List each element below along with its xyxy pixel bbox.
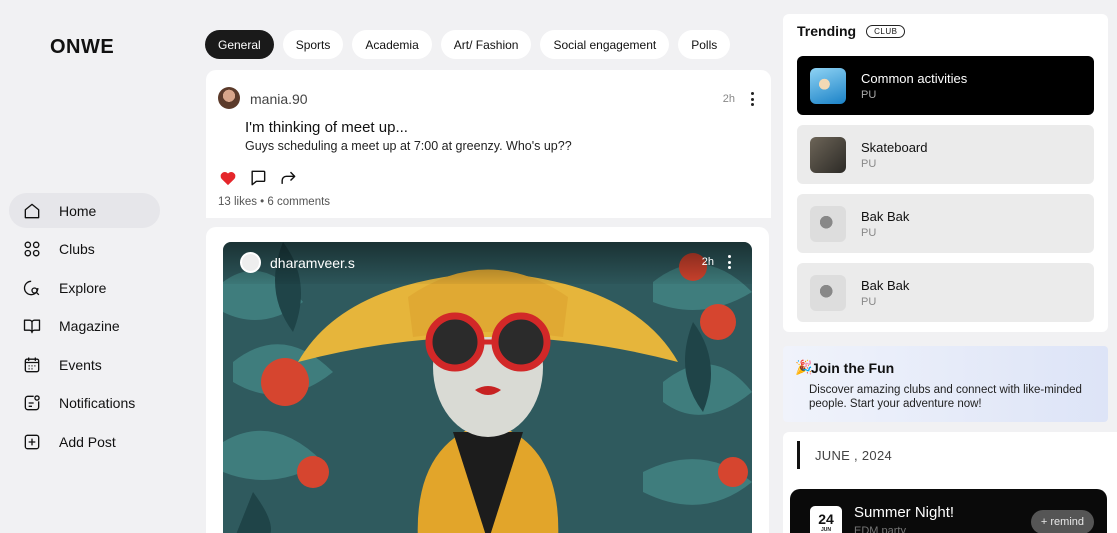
club-item-bak-bak[interactable]: Bak Bak PU <box>797 263 1094 322</box>
plus-square-icon <box>24 434 40 449</box>
post-stats[interactable]: 13 likes • 6 comments <box>218 196 330 208</box>
sidebar-item-events[interactable]: Events <box>9 347 160 382</box>
post-title: I'm thinking of meet up... <box>245 119 408 136</box>
event-date: 24 JUN <box>810 506 842 533</box>
tab-polls[interactable]: Polls <box>678 30 731 59</box>
tab-art-fashion[interactable]: Art/ Fashion <box>440 30 532 59</box>
notification-icon <box>24 395 40 411</box>
tab-social-engagement[interactable]: Social engagement <box>540 30 670 59</box>
event-day: 24 <box>818 511 834 527</box>
book-icon <box>23 319 41 334</box>
club-badge: CLUB <box>866 24 906 38</box>
sidebar-item-label: Add Post <box>59 433 116 450</box>
events-calendar: JUNE , 2024 24 JUN Summer Night! EDM par… <box>783 432 1117 533</box>
event-name: Summer Night! <box>854 504 955 521</box>
sidebar-item-notifications[interactable]: Notifications <box>9 386 160 421</box>
club-thumbnail <box>810 67 846 104</box>
remind-button[interactable]: + remind <box>1030 510 1094 533</box>
more-options-icon[interactable] <box>728 255 732 272</box>
banner-title: Join the Fun <box>811 360 895 376</box>
post-username[interactable]: mania.90 <box>250 91 308 107</box>
club-item-skateboard[interactable]: Skateboard PU <box>797 125 1094 184</box>
sidebar-item-label: Events <box>59 356 102 373</box>
club-sub: PU <box>861 226 877 239</box>
share-icon[interactable] <box>278 168 298 188</box>
party-icon: 🎉 <box>795 359 813 375</box>
tab-academia[interactable]: Academia <box>352 30 432 59</box>
sidebar-item-label: Home <box>59 202 97 219</box>
club-name: Bak Bak <box>861 208 910 224</box>
sidebar-item-label: Explore <box>59 279 107 296</box>
club-thumbnail <box>810 205 846 242</box>
sidebar-item-label: Clubs <box>59 241 95 257</box>
trending-panel: Trending CLUB Common activities PU Skateb… <box>783 14 1108 332</box>
sidebar-item-add-post[interactable]: Add Post <box>9 424 160 459</box>
sidebar-item-home[interactable]: Home <box>9 193 160 228</box>
comment-icon[interactable] <box>248 168 268 188</box>
grid-icon <box>24 241 40 257</box>
sidebar-nav: Home Clubs Explore Magazine Events Notif… <box>9 193 160 463</box>
sidebar-item-magazine[interactable]: Magazine <box>9 309 160 344</box>
club-name: Common activities <box>861 70 968 86</box>
category-tabs: General Sports Academia Art/ Fashion Soc… <box>205 30 731 59</box>
sidebar-item-clubs[interactable]: Clubs <box>9 232 160 267</box>
club-thumbnail <box>810 274 846 311</box>
month-label: JUNE , 2024 <box>815 448 893 463</box>
post-image[interactable]: dharamveer.s 2h <box>223 242 752 533</box>
club-name: Bak Bak <box>861 277 910 293</box>
more-options-icon[interactable] <box>751 92 755 109</box>
club-thumbnail <box>810 136 846 173</box>
post-body: Guys scheduling a meet up at 7:00 at gre… <box>245 139 572 153</box>
trending-header: Trending CLUB <box>797 23 906 39</box>
club-sub: PU <box>861 88 877 101</box>
post-actions <box>218 168 298 188</box>
heart-icon[interactable] <box>218 168 238 188</box>
home-icon <box>24 203 40 218</box>
image-post-card: dharamveer.s 2h <box>206 227 769 533</box>
club-item-common-activities[interactable]: Common activities PU <box>797 56 1094 115</box>
calendar-icon <box>24 357 40 372</box>
post-time: 2h <box>701 256 714 268</box>
event-month: JUN <box>820 527 831 533</box>
club-sub: PU <box>861 157 877 170</box>
avatar[interactable] <box>218 87 240 109</box>
tab-sports[interactable]: Sports <box>282 30 344 59</box>
tab-general[interactable]: General <box>205 30 274 59</box>
join-the-fun-banner[interactable]: 🎉 Join the Fun Discover amazing clubs an… <box>783 346 1108 422</box>
post-time: 2h <box>722 93 735 105</box>
sidebar-item-explore[interactable]: Explore <box>9 270 160 305</box>
app-logo[interactable]: ONWE <box>50 36 114 59</box>
event-subtitle: EDM party <box>854 525 906 533</box>
event-card[interactable]: 24 JUN Summer Night! EDM party + remind <box>790 489 1107 533</box>
month-divider <box>797 441 800 469</box>
club-sub: PU <box>861 295 877 308</box>
club-name: Skateboard <box>861 139 928 155</box>
banner-text: Discover amazing clubs and connect with … <box>809 384 1082 410</box>
avatar[interactable] <box>240 252 261 273</box>
explore-icon <box>23 280 40 295</box>
text-post-card: mania.90 2h I'm thinking of meet up... G… <box>206 70 771 218</box>
club-item-bak-bak[interactable]: Bak Bak PU <box>797 194 1094 253</box>
post-username[interactable]: dharamveer.s <box>270 255 355 271</box>
sidebar-item-label: Magazine <box>59 318 120 334</box>
trending-title: Trending <box>797 23 857 39</box>
sidebar-item-label: Notifications <box>59 395 136 411</box>
post-illustration <box>223 242 752 533</box>
